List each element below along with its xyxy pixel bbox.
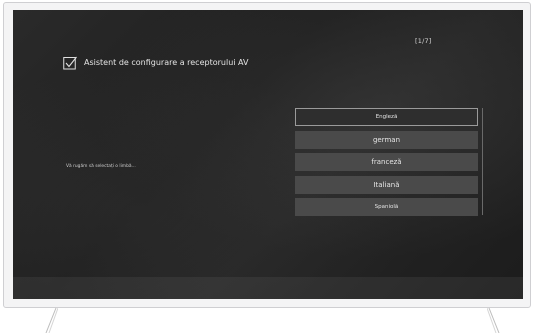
language-option-spanish[interactable]: Spaniolă [295, 198, 478, 217]
tv-frame: [1/7] Asistent de configurare a receptor… [3, 2, 531, 308]
checkbox-checked-icon [63, 56, 77, 70]
language-prompt: Vă rugăm să selectați o limbă... [66, 164, 136, 169]
wizard-title: Asistent de configurare a receptorului A… [84, 58, 249, 67]
language-option-english[interactable]: Engleză [295, 108, 478, 126]
step-counter: [1/7] [415, 37, 432, 45]
bottom-bar [13, 277, 523, 299]
language-option-italian[interactable]: Italiană [295, 175, 478, 194]
tv-stand-right [487, 308, 500, 333]
language-option-french[interactable]: franceză [295, 153, 478, 172]
language-list-scrollbar[interactable] [482, 108, 483, 215]
language-option-german[interactable]: german [295, 130, 478, 149]
language-list: Engleză german franceză Italiană Spaniol… [295, 108, 478, 221]
tv-stand-left [45, 308, 58, 333]
tv-screen: [1/7] Asistent de configurare a receptor… [13, 10, 523, 299]
